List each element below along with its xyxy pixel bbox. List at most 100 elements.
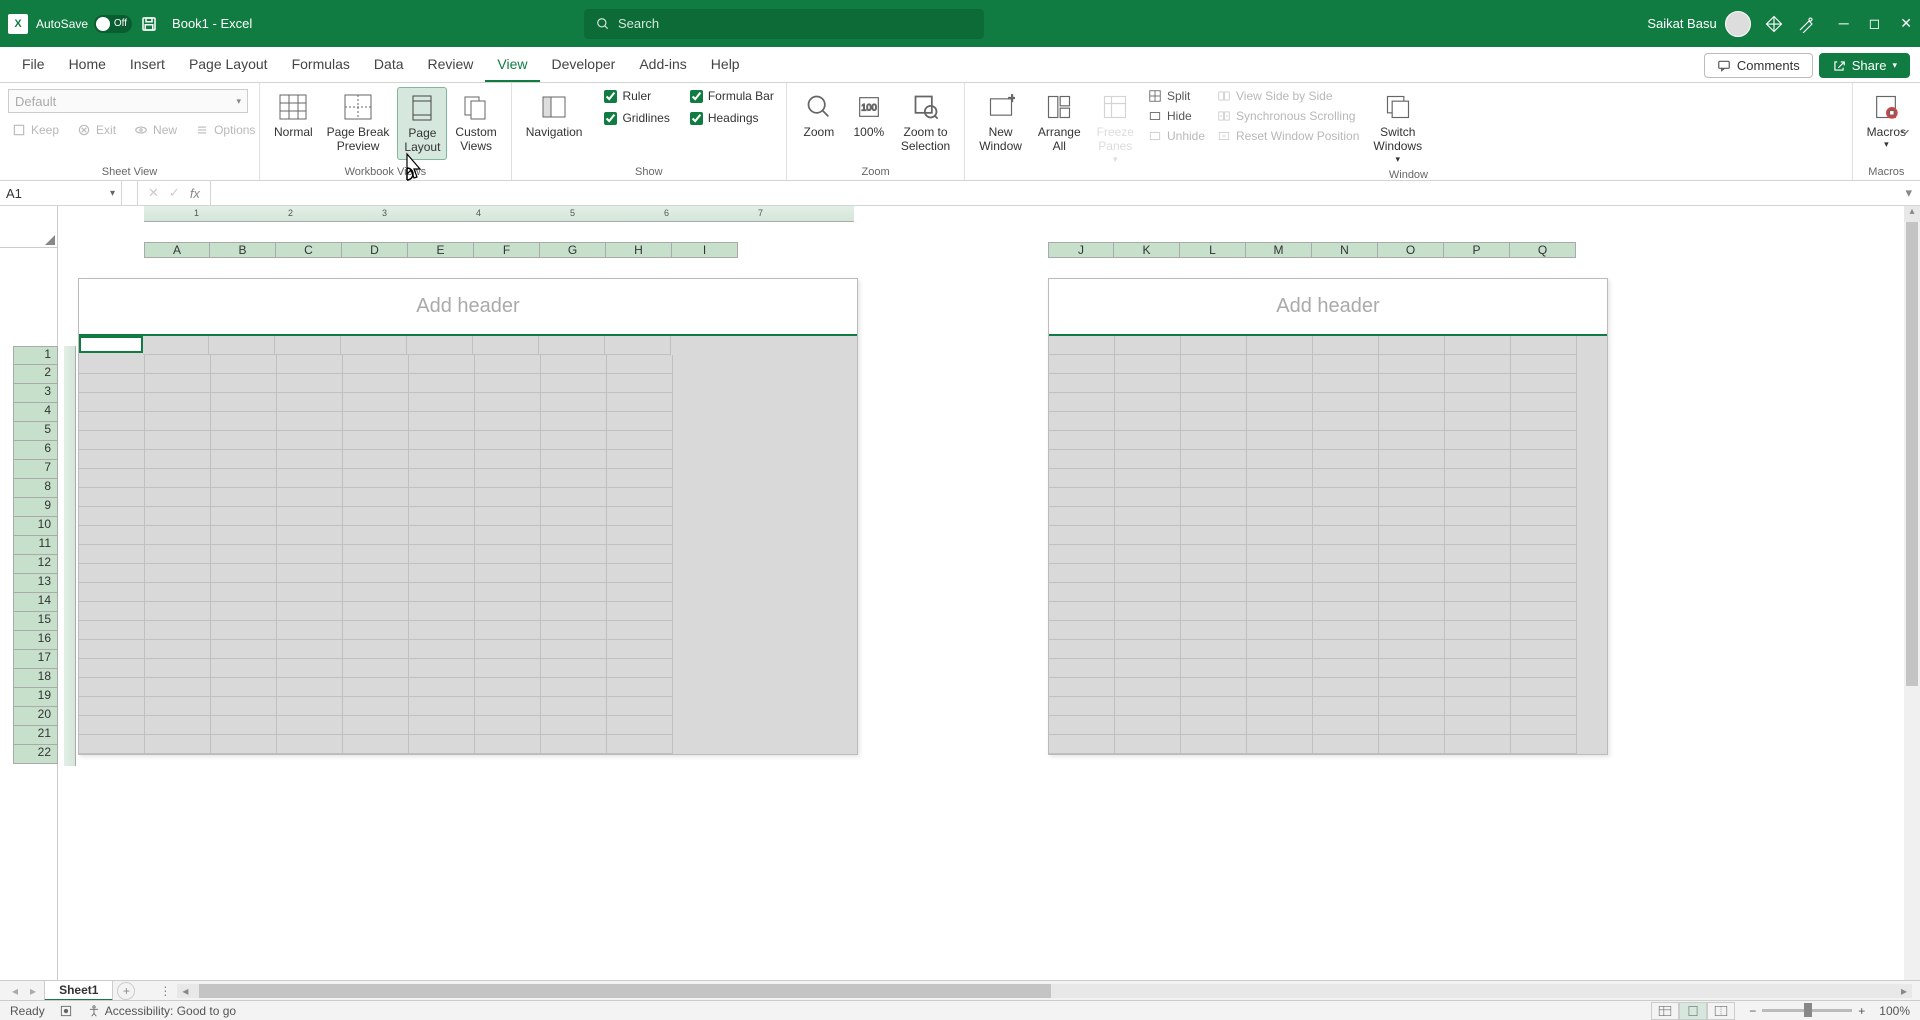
cell[interactable]	[1181, 336, 1247, 355]
row-header[interactable]: 20	[13, 707, 58, 726]
cell[interactable]	[475, 640, 541, 659]
cell[interactable]	[79, 640, 145, 659]
cell[interactable]	[1247, 716, 1313, 735]
cell[interactable]	[277, 621, 343, 640]
cell[interactable]	[1313, 583, 1379, 602]
zoom-100-button[interactable]: 100100%	[845, 87, 893, 143]
save-icon[interactable]	[140, 15, 158, 33]
cell[interactable]	[1115, 355, 1181, 374]
cell[interactable]	[475, 469, 541, 488]
tab-page-layout[interactable]: Page Layout	[177, 48, 280, 82]
comments-button[interactable]: Comments	[1704, 53, 1813, 78]
cell[interactable]	[409, 659, 475, 678]
cell[interactable]	[607, 697, 673, 716]
cell[interactable]	[343, 716, 409, 735]
cell[interactable]	[409, 393, 475, 412]
column-header[interactable]: L	[1180, 242, 1246, 258]
row-header[interactable]: 18	[13, 669, 58, 688]
cell[interactable]	[211, 735, 277, 754]
cell[interactable]	[1247, 583, 1313, 602]
macro-record-icon[interactable]	[59, 1004, 73, 1018]
cell[interactable]	[343, 412, 409, 431]
cell[interactable]	[1049, 564, 1115, 583]
cell[interactable]	[1049, 355, 1115, 374]
cell[interactable]	[145, 412, 211, 431]
column-header[interactable]: A	[144, 242, 210, 258]
cell[interactable]	[1313, 374, 1379, 393]
row-header[interactable]: 11	[13, 536, 58, 555]
cell[interactable]	[541, 545, 607, 564]
cell[interactable]	[607, 735, 673, 754]
cell[interactable]	[145, 393, 211, 412]
cell[interactable]	[145, 678, 211, 697]
cell[interactable]	[211, 450, 277, 469]
cell[interactable]	[145, 697, 211, 716]
tab-formulas[interactable]: Formulas	[280, 48, 362, 82]
cell[interactable]	[1379, 735, 1445, 754]
row-header[interactable]: 8	[13, 479, 58, 498]
cell[interactable]	[79, 450, 145, 469]
cell[interactable]	[1049, 374, 1115, 393]
add-sheet-button[interactable]: +	[117, 982, 135, 1000]
tab-help[interactable]: Help	[699, 48, 752, 82]
arrange-all-button[interactable]: Arrange All	[1032, 87, 1087, 158]
cell[interactable]	[277, 716, 343, 735]
column-header[interactable]: K	[1114, 242, 1180, 258]
cell[interactable]	[343, 355, 409, 374]
cell[interactable]	[1313, 355, 1379, 374]
cell[interactable]	[1313, 431, 1379, 450]
cell[interactable]	[1445, 336, 1511, 355]
cell[interactable]	[1445, 469, 1511, 488]
cell[interactable]	[277, 659, 343, 678]
cell[interactable]	[343, 678, 409, 697]
cell[interactable]	[1115, 507, 1181, 526]
cell[interactable]	[475, 602, 541, 621]
cell[interactable]	[1181, 640, 1247, 659]
cell[interactable]	[343, 640, 409, 659]
cell[interactable]	[1511, 678, 1577, 697]
cell[interactable]	[1313, 678, 1379, 697]
cell[interactable]	[145, 583, 211, 602]
cell[interactable]	[541, 583, 607, 602]
new-window-button[interactable]: +New Window	[973, 87, 1028, 158]
cell[interactable]	[1247, 735, 1313, 754]
cell[interactable]	[145, 507, 211, 526]
fx-icon[interactable]: fx	[190, 186, 200, 201]
cell[interactable]	[409, 355, 475, 374]
cell[interactable]	[607, 545, 673, 564]
cell[interactable]	[1445, 735, 1511, 754]
cell[interactable]	[343, 450, 409, 469]
cell[interactable]	[541, 431, 607, 450]
cell[interactable]	[541, 412, 607, 431]
cell[interactable]	[475, 735, 541, 754]
cell[interactable]	[1115, 393, 1181, 412]
cell[interactable]	[343, 374, 409, 393]
cell[interactable]	[1181, 678, 1247, 697]
cell[interactable]	[1511, 697, 1577, 716]
cell[interactable]	[1049, 602, 1115, 621]
cell[interactable]	[79, 602, 145, 621]
row-header[interactable]: 17	[13, 650, 58, 669]
cell[interactable]	[343, 659, 409, 678]
formula-input[interactable]	[211, 181, 1898, 205]
cell[interactable]	[79, 621, 145, 640]
cell[interactable]	[1247, 697, 1313, 716]
cell[interactable]	[607, 526, 673, 545]
cell[interactable]	[1115, 621, 1181, 640]
cell[interactable]	[541, 355, 607, 374]
cell[interactable]	[541, 450, 607, 469]
cell[interactable]	[1313, 336, 1379, 355]
column-headers-page1[interactable]: ABCDEFGHI	[144, 242, 858, 258]
cell[interactable]	[475, 450, 541, 469]
cell[interactable]	[1511, 659, 1577, 678]
cell[interactable]	[1247, 602, 1313, 621]
cell[interactable]	[607, 640, 673, 659]
cell[interactable]	[211, 431, 277, 450]
cell[interactable]	[277, 393, 343, 412]
cell[interactable]	[1445, 393, 1511, 412]
cell[interactable]	[1049, 621, 1115, 640]
cell[interactable]	[79, 735, 145, 754]
cell[interactable]	[79, 393, 145, 412]
cell[interactable]	[277, 678, 343, 697]
cell[interactable]	[277, 450, 343, 469]
